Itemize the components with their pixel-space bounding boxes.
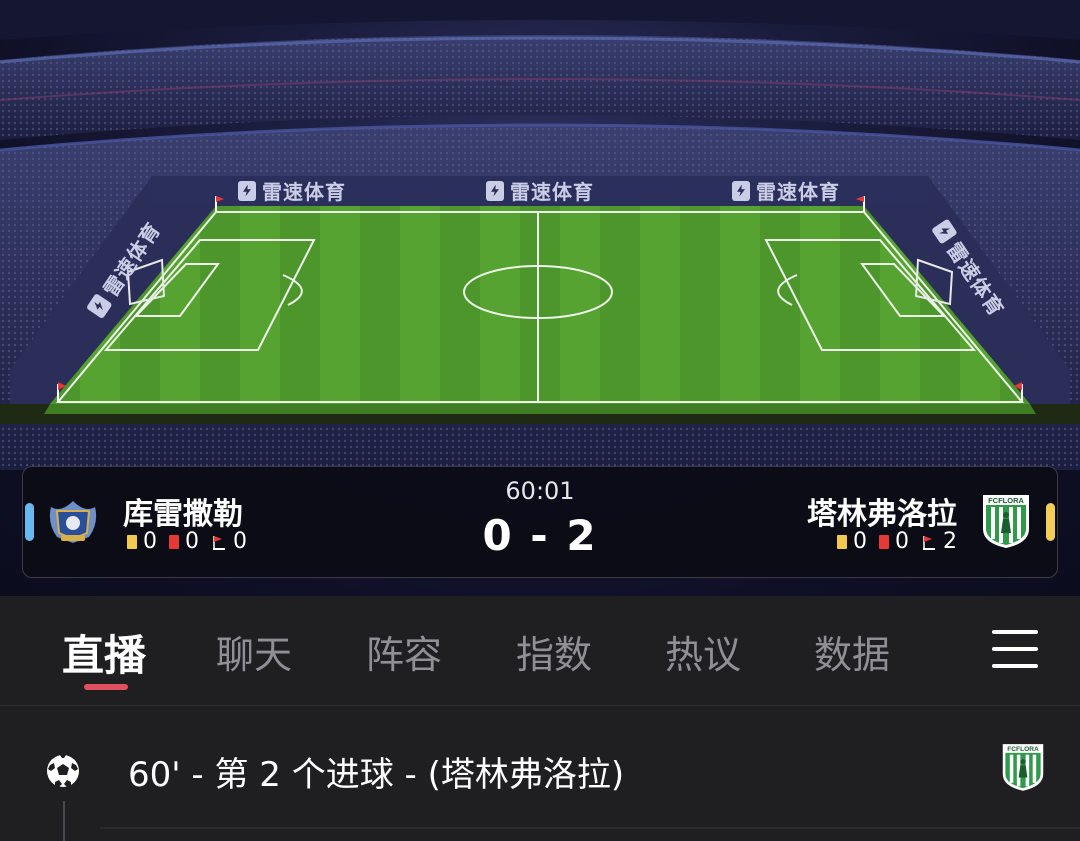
- active-tab-indicator: [84, 684, 128, 690]
- away-red-cards: 0: [879, 529, 909, 554]
- tab-discussion[interactable]: 热议: [665, 624, 741, 679]
- event-goal-text: 60' - 第 2 个进球 - (塔林弗洛拉): [128, 755, 625, 795]
- ad-board-brand: 雷速体育: [238, 176, 346, 205]
- brand-logo-icon: [732, 180, 750, 201]
- event-list: 60' - 第 2 个进球 - (塔林弗洛拉) FCFLORA: [0, 707, 1080, 841]
- soccer-ball-icon: [47, 755, 79, 787]
- away-yellow-count: 0: [853, 529, 867, 554]
- away-team-name[interactable]: 塔林弗洛拉: [807, 489, 957, 533]
- away-team-stats: 0 0 2: [837, 529, 957, 554]
- match-tabs: 直播 聊天 阵容 指数 热议 数据: [0, 596, 1080, 706]
- tab-stats[interactable]: 数据: [814, 624, 890, 679]
- brand-logo-icon: [238, 180, 256, 201]
- tab-lineup[interactable]: 阵容: [366, 624, 442, 679]
- svg-text:FCFLORA: FCFLORA: [988, 496, 1024, 505]
- away-red-count: 0: [895, 529, 909, 554]
- away-yellow-cards: 0: [837, 529, 867, 554]
- brand-logo-icon: [486, 180, 504, 201]
- away-team-color-bar: [1046, 503, 1055, 541]
- away-corner-count: 2: [943, 529, 957, 554]
- away-team-badge-icon: FCFLORA: [1002, 744, 1044, 791]
- ad-board-brand: 雷速体育: [732, 176, 840, 205]
- tab-odds[interactable]: 指数: [516, 624, 592, 679]
- timeline-line: [63, 801, 65, 841]
- hamburger-menu-icon[interactable]: [992, 630, 1040, 668]
- event-divider: [100, 827, 1080, 829]
- score-panel: 库雷撒勒 0 0 0 60:01 0 - 2 塔林弗洛拉 0 0 2 FCFLO…: [22, 466, 1058, 578]
- corner-flag-icon: [923, 535, 935, 550]
- ad-board-brand: 雷速体育: [486, 176, 594, 205]
- svg-text:FCFLORA: FCFLORA: [1007, 746, 1039, 753]
- yellow-card-icon: [837, 534, 847, 549]
- away-corners: 2: [921, 529, 957, 554]
- red-card-icon: [879, 534, 889, 549]
- tab-chat[interactable]: 聊天: [216, 624, 292, 679]
- tab-live[interactable]: 直播: [62, 622, 146, 683]
- away-team-badge-icon: FCFLORA: [983, 495, 1029, 548]
